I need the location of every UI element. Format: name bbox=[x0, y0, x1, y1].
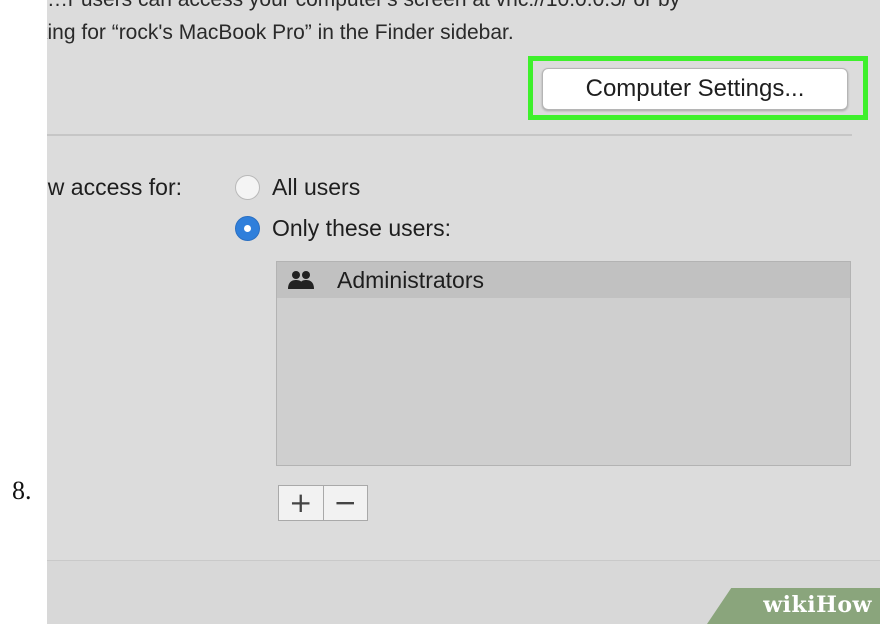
allow-access-label: ow access for: bbox=[47, 174, 182, 200]
list-item-administrators[interactable]: Administrators bbox=[277, 262, 850, 298]
radio-only-these-users[interactable] bbox=[235, 216, 260, 241]
wikihow-watermark: wikiHow bbox=[707, 588, 880, 624]
wikihow-logo-text: wikiHow bbox=[763, 592, 872, 618]
add-user-button[interactable]: + bbox=[279, 486, 324, 520]
radio-all-users[interactable] bbox=[235, 175, 260, 200]
group-icon bbox=[288, 271, 314, 289]
radio-only-these-users-label[interactable]: Only these users: bbox=[272, 213, 451, 243]
add-remove-control: + − bbox=[278, 485, 368, 521]
remove-user-button[interactable]: − bbox=[324, 486, 368, 520]
users-list[interactable]: Administrators bbox=[276, 261, 851, 466]
computer-settings-button[interactable]: Computer Settings... bbox=[542, 68, 848, 110]
sharing-preferences-screenshot: …r users can access your computer's scre… bbox=[47, 0, 880, 624]
page: 8. …r users can access your computer's s… bbox=[0, 0, 880, 624]
caption-line: king for “rock's MacBook Pro” in the Fin… bbox=[47, 21, 514, 44]
section-divider bbox=[47, 134, 852, 136]
list-item-label: Administrators bbox=[337, 267, 484, 293]
radio-all-users-label[interactable]: All users bbox=[272, 172, 360, 202]
step-number: 8. bbox=[12, 476, 32, 505]
caption-line-cut: …r users can access your computer's scre… bbox=[47, 0, 880, 13]
